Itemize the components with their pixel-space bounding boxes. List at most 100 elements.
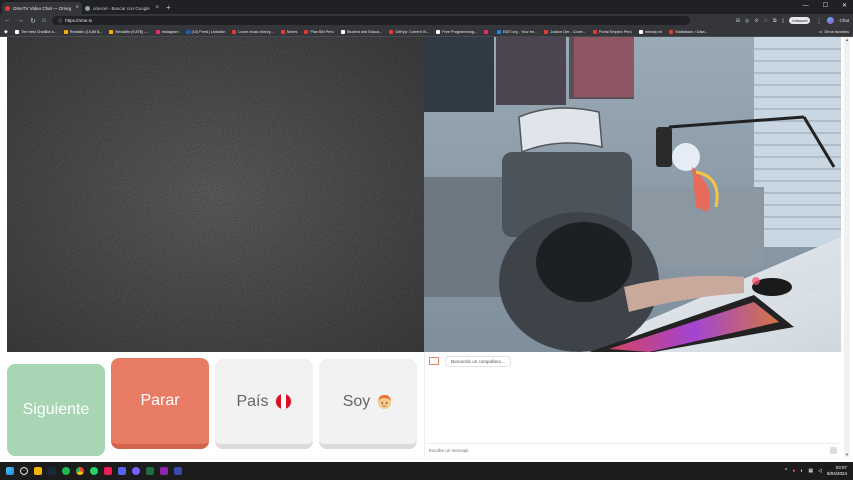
- scroll-up-icon[interactable]: ▲: [844, 37, 850, 42]
- windows-taskbar: ^ ● ◐ ▦ ◁ 03:07 8/04/2024: [0, 462, 853, 480]
- bookmark-item[interactable]: Series: [280, 29, 297, 34]
- app-icon[interactable]: [160, 467, 168, 475]
- bookmark-favicon-icon: [638, 29, 643, 34]
- maximize-icon[interactable]: ☐: [823, 0, 828, 12]
- bookmark-item[interactable]: Statistician / Data...: [669, 29, 708, 34]
- copilot-icon[interactable]: [827, 17, 835, 24]
- bookmark-star-icon[interactable]: ☆: [764, 18, 768, 24]
- bookmark-favicon-icon: [436, 29, 441, 34]
- network-icon[interactable]: ▦: [808, 468, 813, 474]
- next-button[interactable]: Siguiente: [7, 364, 105, 456]
- extensions-puzzle-icon[interactable]: ⧉: [773, 18, 777, 24]
- address-bar[interactable]: ⓘ https://ome.tv: [52, 16, 690, 25]
- site-info-icon[interactable]: ⓘ: [58, 18, 62, 24]
- bookmark-favicon-icon: [340, 29, 345, 34]
- file-explorer-icon[interactable]: [34, 467, 42, 475]
- windows-start-icon[interactable]: [6, 467, 14, 475]
- google-favicon-icon: [85, 5, 90, 11]
- close-tab-icon[interactable]: ×: [75, 5, 79, 11]
- excel-icon[interactable]: [146, 467, 154, 475]
- bookmark-item[interactable]: Reclaltin (9,87$) -...: [109, 29, 149, 34]
- page-viewport: Siguiente Parar País Soy Buscando un com…: [0, 37, 853, 462]
- stop-button[interactable]: Parar: [111, 358, 209, 449]
- bookmark-favicon-icon: [232, 29, 237, 34]
- bookmark-label: Free Programming...: [442, 29, 477, 34]
- page-scrollbar[interactable]: ▲ ▼: [844, 37, 850, 457]
- whatsapp-icon[interactable]: [90, 467, 98, 475]
- minimize-icon[interactable]: —: [803, 0, 809, 12]
- side-panel-icon[interactable]: ▯: [782, 18, 785, 24]
- bookmark-item[interactable]: Learn music theory...: [232, 29, 274, 34]
- bookmark-item[interactable]: Plan BM Perú: [304, 29, 334, 34]
- bookmark-item[interactable]: The best ChatBot a...: [14, 29, 57, 34]
- reload-icon[interactable]: ↻: [30, 17, 36, 25]
- menu-dots-icon[interactable]: ⋮: [815, 17, 822, 25]
- spotify-icon[interactable]: [62, 467, 70, 475]
- tiktok-icon[interactable]: [104, 467, 112, 475]
- chat-label[interactable]: Chat: [839, 18, 849, 23]
- app-icon[interactable]: [118, 467, 126, 475]
- extension-icon[interactable]: ◎: [745, 18, 749, 24]
- app-tray-icon[interactable]: ◐: [800, 468, 803, 474]
- bookmark-item[interactable]: Justice Der - Cover...: [544, 29, 586, 34]
- mic-icon[interactable]: ●: [792, 468, 795, 474]
- country-selector-button[interactable]: País: [215, 359, 313, 449]
- bookmark-item[interactable]: Reclaltin (15,89 $...: [63, 29, 102, 34]
- bookmark-favicon-icon: [484, 29, 488, 34]
- profile-button[interactable]: Inhosuel: [789, 17, 811, 24]
- static-noise: [7, 37, 424, 352]
- bookmark-favicon-icon: [592, 29, 597, 34]
- boy-avatar-icon: [378, 394, 392, 409]
- chat-message-input[interactable]: [429, 448, 809, 453]
- search-icon[interactable]: [20, 467, 28, 475]
- other-bookmarks-folder[interactable]: ▭ Otros favoritos: [818, 29, 849, 35]
- stop-label: Parar: [140, 392, 180, 409]
- clock[interactable]: 03:07 8/04/2024: [827, 465, 847, 477]
- bookmark-item[interactable]: melody mi: [638, 29, 663, 34]
- bookmark-label: EDIT.org - Your fre...: [503, 29, 538, 34]
- obs-icon[interactable]: [132, 467, 140, 475]
- app-icon[interactable]: [174, 467, 182, 475]
- new-tab-icon[interactable]: +: [166, 2, 171, 14]
- bookmark-label: Justice Der - Cover...: [550, 29, 586, 34]
- bookmark-favicon-icon: [185, 29, 190, 34]
- bookmark-item[interactable]: Free Programming...: [436, 29, 477, 34]
- bookmark-item[interactable]: Student and Educa...: [340, 29, 382, 34]
- toolbar-actions: ⊞ ◎ ⊘ ☆ ⧉ ▯ Inhosuel ⋮ Chat: [736, 17, 849, 25]
- close-window-icon[interactable]: ✕: [842, 0, 847, 12]
- bookmark-item[interactable]: GitHyp: Current Vi...: [389, 29, 429, 34]
- tab-ometv[interactable]: OmeTV Video Chat — Omeg ×: [2, 2, 82, 14]
- forward-icon[interactable]: →: [17, 17, 24, 24]
- volume-icon[interactable]: ◁: [818, 468, 822, 474]
- send-icon[interactable]: [830, 447, 837, 454]
- bookmark-label: Portal Empleo Perú: [598, 29, 632, 34]
- tray-chevron-icon[interactable]: ^: [785, 468, 787, 474]
- bookmark-label: melody mi: [644, 29, 663, 34]
- home-icon[interactable]: ⌂: [42, 17, 46, 24]
- bookmark-favicon-icon: [280, 29, 285, 34]
- scroll-down-icon[interactable]: ▼: [844, 452, 850, 457]
- tab-google-search[interactable]: omecel - Buscar con Google ×: [82, 2, 162, 14]
- folder-icon: ▭: [818, 30, 823, 34]
- country-label: País: [236, 392, 269, 410]
- bookmark-item[interactable]: Instagram: [155, 29, 179, 34]
- extension-icon[interactable]: ⊞: [736, 18, 740, 24]
- bookmark-label: Learn music theory...: [238, 29, 274, 34]
- bookmark-item[interactable]: [484, 29, 490, 34]
- chat-envelope-icon: [429, 357, 439, 365]
- gender-selector-button[interactable]: Soy: [319, 359, 417, 449]
- bookmark-item[interactable]: (10) Feed | LinkedIn: [185, 29, 225, 34]
- bookmark-item[interactable]: EDIT.org - Your fre...: [497, 29, 538, 34]
- camera-scene: [424, 37, 841, 352]
- bookmark-item[interactable]: Portal Empleo Perú: [592, 29, 632, 34]
- bookmark-favicon-icon: [389, 29, 394, 34]
- close-tab-icon[interactable]: ×: [155, 5, 159, 11]
- ometv-favicon-icon: [5, 5, 10, 11]
- apps-icon[interactable]: ◆: [4, 29, 8, 35]
- back-icon[interactable]: ←: [4, 17, 11, 24]
- steam-icon[interactable]: [48, 467, 56, 475]
- gender-label: Soy: [342, 392, 371, 410]
- extension-icon[interactable]: ⊘: [754, 18, 758, 24]
- bookmark-label: Statistician / Data...: [675, 29, 708, 34]
- chrome-icon[interactable]: [76, 467, 84, 475]
